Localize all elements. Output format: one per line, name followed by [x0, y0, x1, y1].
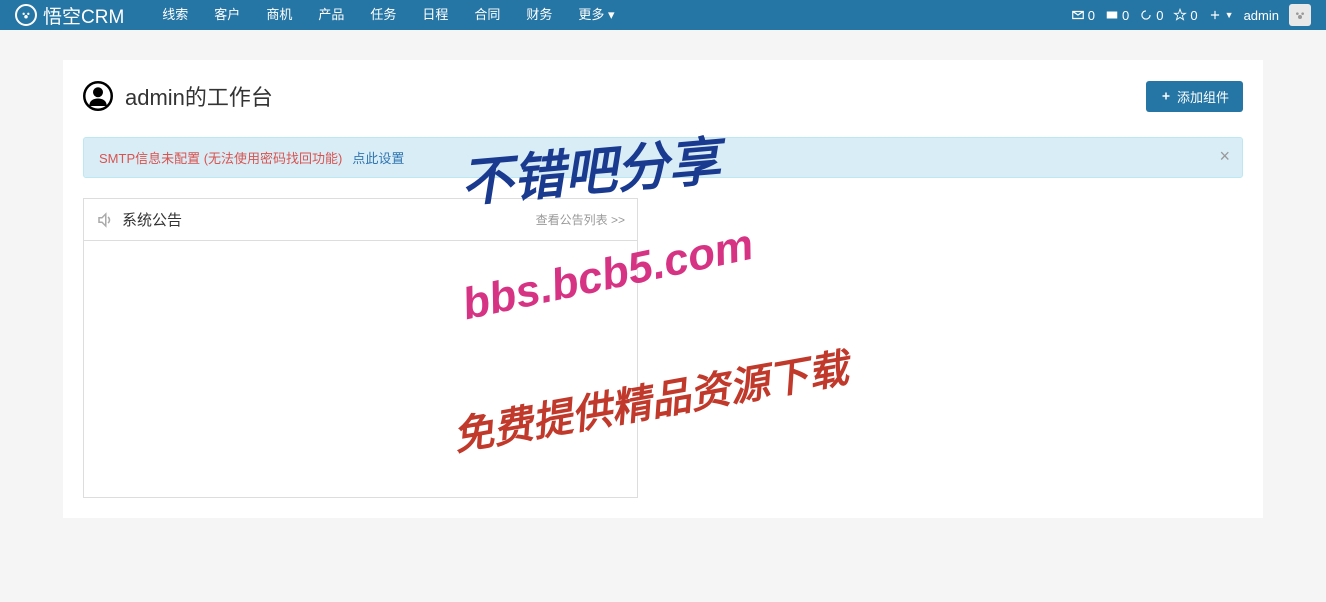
- page-title-wrap: admin的工作台: [83, 80, 273, 112]
- nav-right: 0 0 0 0 ▼ admin: [1071, 4, 1311, 26]
- nav-item-customers[interactable]: 客户: [201, 0, 253, 30]
- star-icon: [1173, 8, 1187, 22]
- nav-item-tasks[interactable]: 任务: [357, 0, 409, 30]
- alert-text: SMTP信息未配置 (无法使用密码找回功能): [99, 148, 342, 167]
- page-header: admin的工作台 添加组件: [83, 80, 1243, 112]
- nav-item-contracts[interactable]: 合同: [461, 0, 513, 30]
- page-title: admin的工作台: [125, 80, 273, 112]
- widget-view-all-link[interactable]: 查看公告列表 >>: [536, 211, 625, 228]
- close-icon: ×: [1219, 146, 1230, 166]
- nav-item-more[interactable]: 更多 ▾: [565, 0, 627, 30]
- nav-star[interactable]: 0: [1173, 8, 1197, 23]
- nav-star-count: 0: [1190, 8, 1197, 23]
- plus-icon: [1208, 8, 1222, 22]
- widget-title: 系统公告: [122, 209, 182, 230]
- nav-item-finance[interactable]: 财务: [513, 0, 565, 30]
- envelope-icon: [1071, 8, 1085, 22]
- nav-item-leads[interactable]: 线索: [149, 0, 201, 30]
- alert-settings-link[interactable]: 点此设置: [352, 148, 404, 167]
- nav-refresh[interactable]: 0: [1139, 8, 1163, 23]
- card-icon: [1105, 8, 1119, 22]
- alert-smtp: SMTP信息未配置 (无法使用密码找回功能) 点此设置 ×: [83, 137, 1243, 178]
- brand-name: 悟空CRM: [43, 2, 124, 29]
- monkey-logo-icon: [15, 4, 37, 26]
- nav-plus[interactable]: ▼: [1208, 8, 1234, 22]
- refresh-icon: [1139, 8, 1153, 22]
- widget-title-wrap: 系统公告: [96, 209, 182, 230]
- nav-menu: 线索 客户 商机 产品 任务 日程 合同 财务 更多 ▾: [149, 0, 1070, 30]
- monkey-avatar-icon: [1292, 7, 1308, 23]
- chevron-down-icon: ▼: [1225, 10, 1234, 20]
- brand[interactable]: 悟空CRM: [15, 2, 124, 29]
- add-widget-button[interactable]: 添加组件: [1146, 81, 1243, 112]
- nav-contacts[interactable]: 0: [1105, 8, 1129, 23]
- nav-item-products[interactable]: 产品: [305, 0, 357, 30]
- nav-refresh-count: 0: [1156, 8, 1163, 23]
- user-icon: [83, 81, 113, 111]
- nav-username[interactable]: admin: [1244, 8, 1279, 23]
- nav-item-schedule[interactable]: 日程: [409, 0, 461, 30]
- avatar[interactable]: [1289, 4, 1311, 26]
- plus-icon: [1160, 90, 1172, 102]
- add-widget-label: 添加组件: [1177, 87, 1229, 106]
- navbar: 悟空CRM 线索 客户 商机 产品 任务 日程 合同 财务 更多 ▾ 0 0 0…: [0, 0, 1326, 30]
- nav-contacts-count: 0: [1122, 8, 1129, 23]
- nav-mail[interactable]: 0: [1071, 8, 1095, 23]
- nav-item-opportunities[interactable]: 商机: [253, 0, 305, 30]
- nav-mail-count: 0: [1088, 8, 1095, 23]
- volume-icon: [96, 211, 114, 229]
- main-container: admin的工作台 添加组件 SMTP信息未配置 (无法使用密码找回功能) 点此…: [63, 60, 1263, 518]
- widget-body: [84, 241, 637, 271]
- widget-announcements: 系统公告 查看公告列表 >>: [83, 198, 638, 498]
- widget-header: 系统公告 查看公告列表 >>: [84, 199, 637, 241]
- alert-close-button[interactable]: ×: [1219, 146, 1230, 167]
